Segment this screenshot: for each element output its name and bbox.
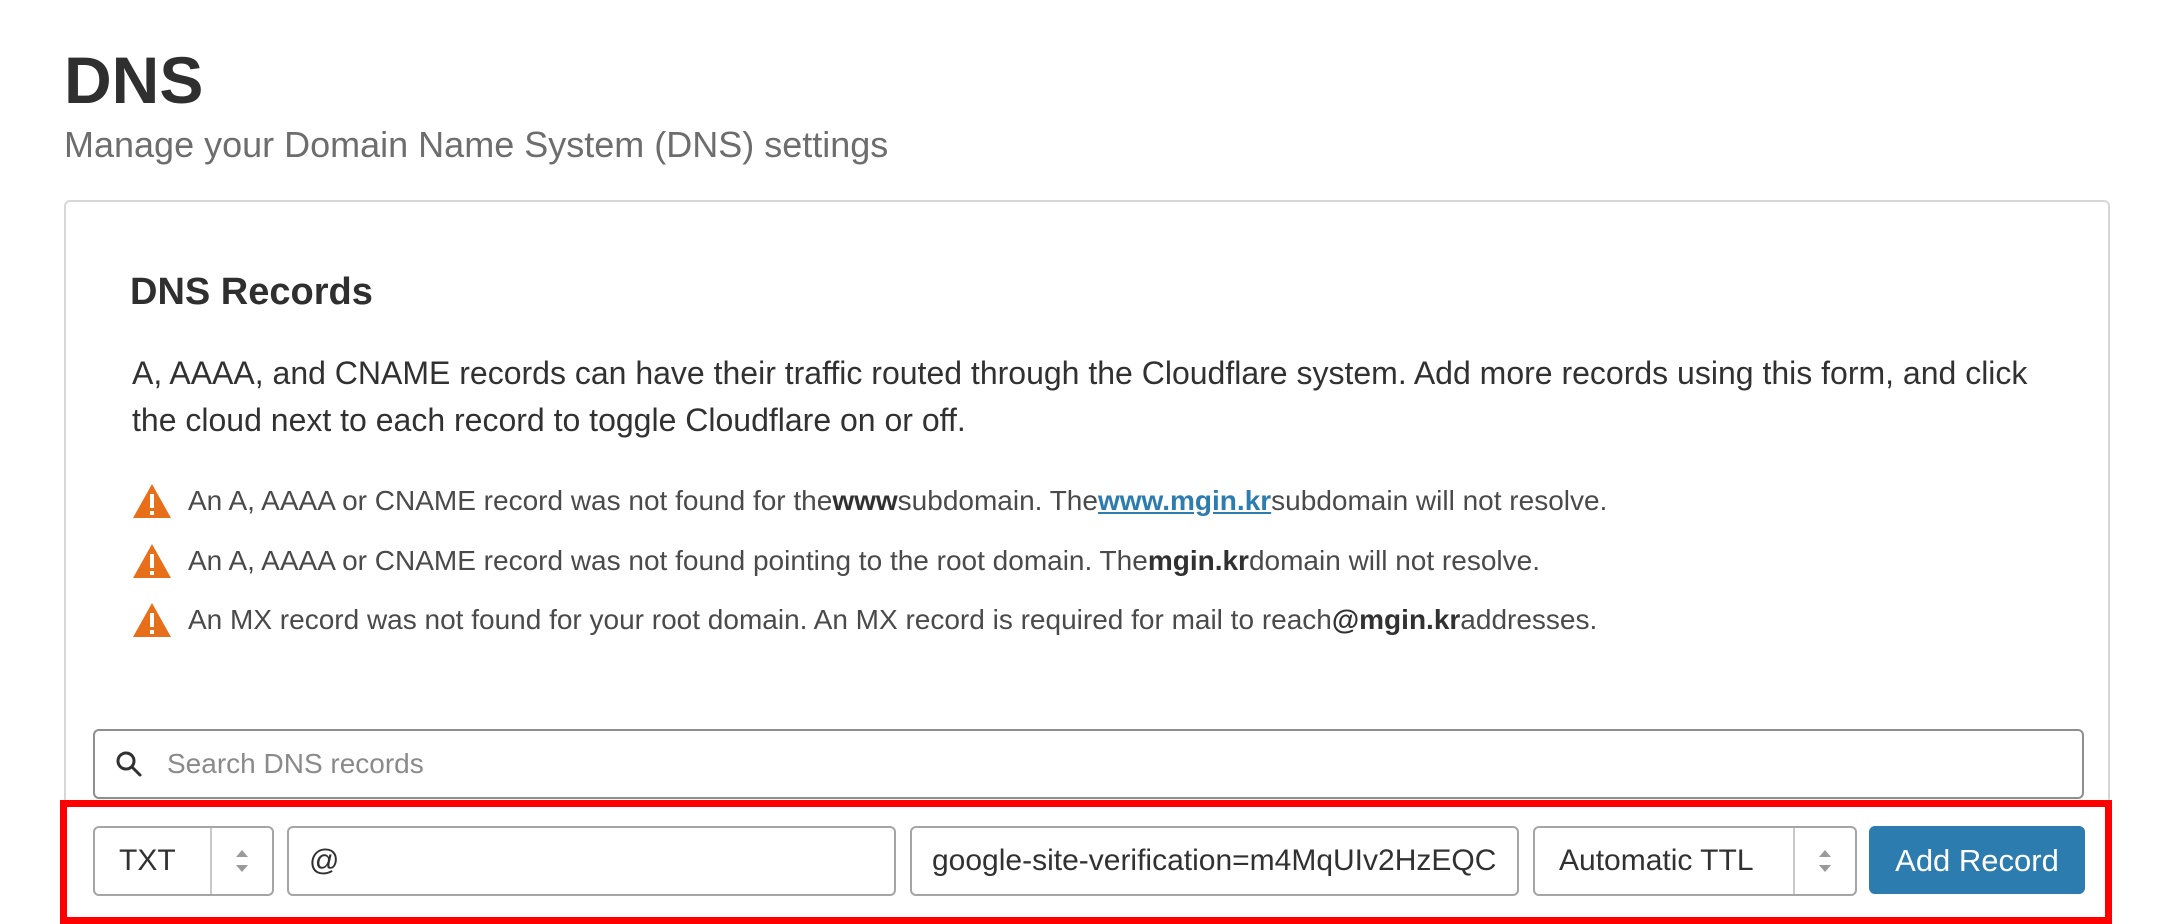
select-arrows-icon — [210, 828, 272, 894]
select-arrows-icon — [1793, 828, 1855, 894]
search-box[interactable] — [93, 729, 2084, 799]
search-input[interactable] — [165, 747, 2082, 781]
record-name-input[interactable] — [289, 844, 894, 878]
warning-text-pre: An MX record was not found for your root… — [188, 604, 1332, 635]
warning-triangle-icon — [133, 484, 171, 518]
page-subtitle: Manage your Domain Name System (DNS) set… — [64, 124, 889, 165]
warning-bold: mgin.kr — [1147, 545, 1249, 576]
ttl-select[interactable]: Automatic TTL — [1533, 826, 1857, 896]
record-type-select[interactable]: TXT — [93, 826, 274, 896]
warning-text-pre: An A, AAAA or CNAME record was not found… — [188, 485, 833, 516]
warning-text-post: domain will not resolve. — [1248, 545, 1540, 576]
add-record-button[interactable]: Add Record — [1869, 826, 2085, 894]
warning-text-post: addresses. — [1460, 604, 1598, 635]
ttl-value: Automatic TTL — [1559, 844, 1754, 877]
card-title: DNS Records — [130, 271, 373, 313]
search-icon — [116, 751, 142, 777]
warning-bold: www — [832, 485, 898, 516]
page-title: DNS — [64, 43, 204, 117]
www-domain-link[interactable]: www.mgin.kr — [1098, 485, 1271, 517]
warning-www: An A, AAAA or CNAME record was not found… — [132, 481, 1607, 521]
warning-text-post: subdomain will not resolve. — [1271, 485, 1608, 516]
record-type-value: TXT — [119, 844, 176, 877]
warning-text-pre: An A, AAAA or CNAME record was not found… — [188, 545, 1148, 576]
warning-text-mid: subdomain. The — [897, 485, 1098, 516]
dns-page: DNS Manage your Domain Name System (DNS)… — [0, 0, 2172, 924]
warning-bold: @mgin.kr — [1331, 604, 1461, 635]
warning-root-domain: An A, AAAA or CNAME record was not found… — [132, 541, 1540, 581]
record-content-field[interactable] — [910, 826, 1519, 896]
card-description: A, AAAA, and CNAME records can have thei… — [132, 355, 2028, 438]
warning-triangle-icon — [133, 544, 171, 578]
record-content-input[interactable] — [912, 844, 1517, 878]
warning-mx: An MX record was not found for your root… — [132, 600, 1597, 640]
record-name-field[interactable] — [287, 826, 896, 896]
warning-triangle-icon — [133, 603, 171, 637]
